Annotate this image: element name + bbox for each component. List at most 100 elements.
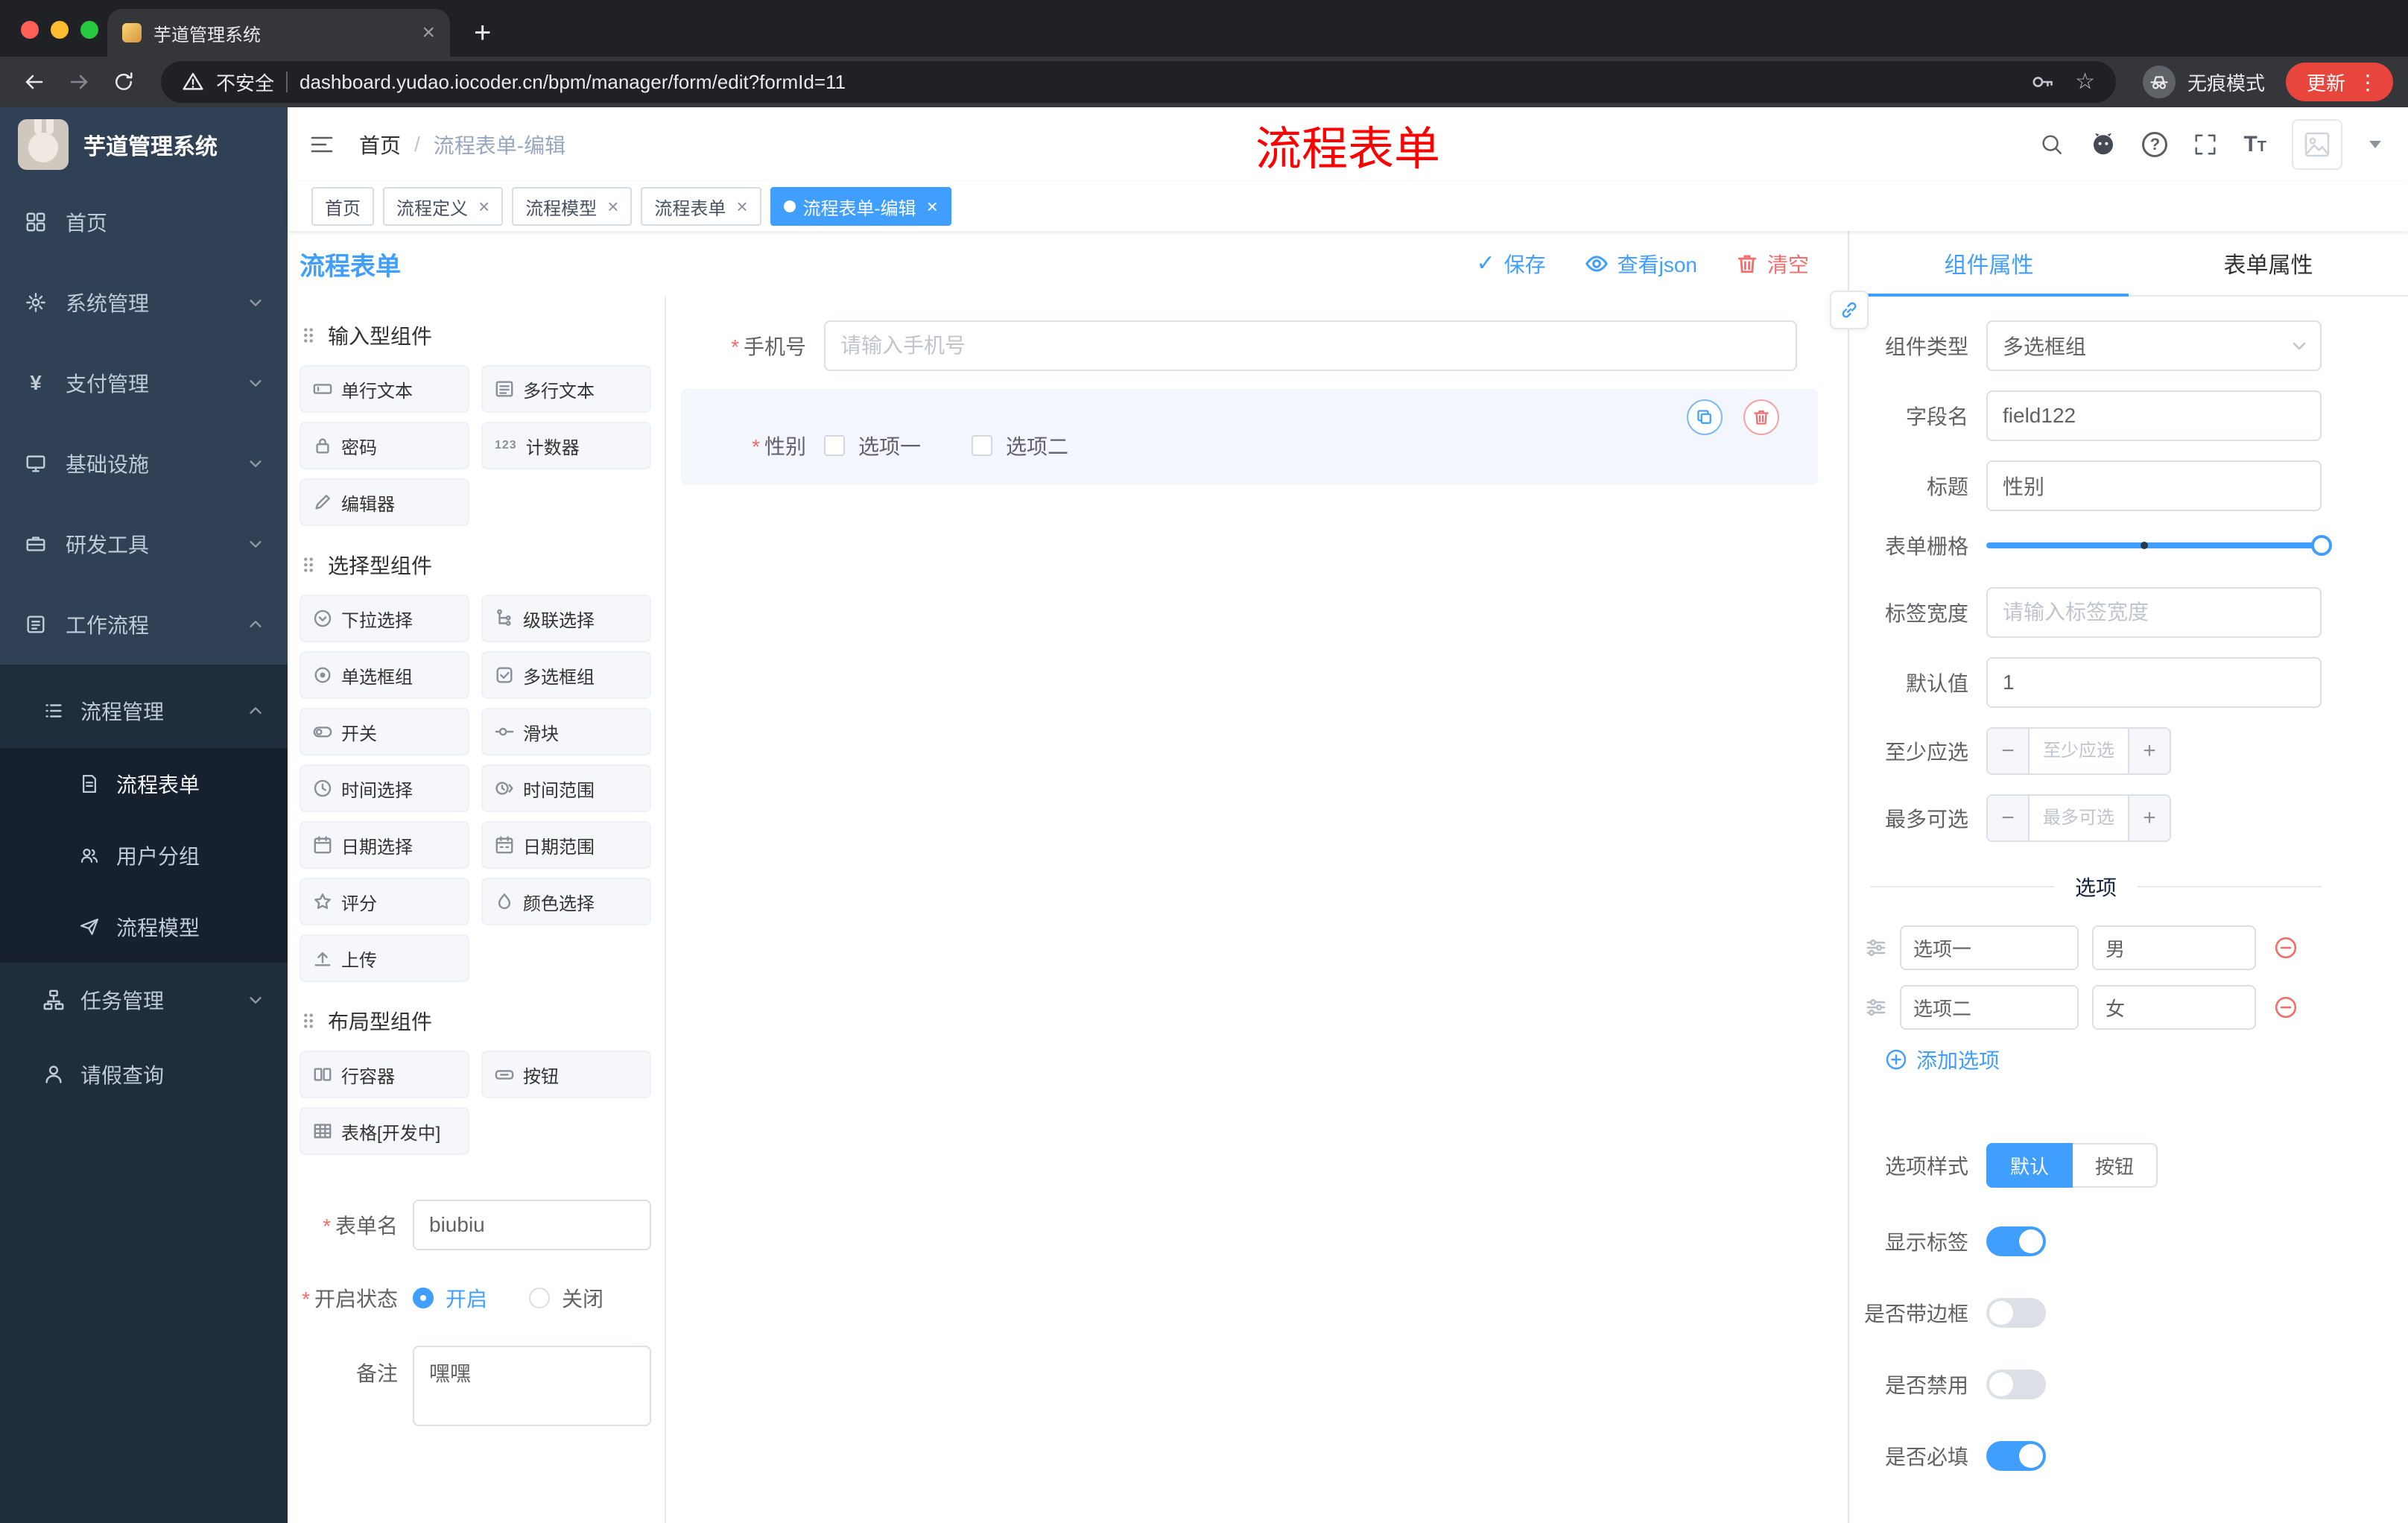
back-button[interactable] [15,63,54,101]
phone-input[interactable] [824,320,1797,371]
drag-icon[interactable] [300,1011,317,1030]
disabled-toggle[interactable] [1986,1370,2046,1399]
show-label-toggle[interactable] [1986,1226,2046,1256]
help-icon[interactable] [2142,132,2168,157]
title-input[interactable] [1986,460,2322,511]
option-label-input[interactable] [1900,985,2079,1030]
radio-status-on[interactable]: 开启 [413,1283,487,1313]
tag-close-icon[interactable]: × [478,197,489,216]
chevron-down-icon[interactable] [2369,141,2381,148]
component-checkbox-group[interactable]: 多选框组 [481,651,651,699]
tag-close-icon[interactable]: × [927,197,938,216]
component-date-range[interactable]: 日期范围 [481,821,651,869]
component-password[interactable]: 密码 [300,422,469,469]
component-row-container[interactable]: 行容器 [300,1051,469,1098]
update-browser-button[interactable]: 更新 ⋮ [2285,63,2393,101]
grid-slider[interactable] [1986,535,2332,556]
new-tab-button[interactable]: + [474,18,491,48]
sidebar-logo[interactable]: 芋道管理系统 [0,107,288,182]
tag-close-icon[interactable]: × [736,197,747,216]
delete-field-button[interactable] [1743,399,1779,435]
view-json-button[interactable]: 查看json [1585,249,1697,279]
checkbox-option-2[interactable]: 选项二 [972,431,1068,460]
component-upload[interactable]: 上传 [300,934,469,982]
save-button[interactable]: ✓ 保存 [1476,249,1545,279]
sidebar-item-payment[interactable]: ¥ 支付管理 [0,343,288,423]
component-color-picker[interactable]: 颜色选择 [481,878,651,925]
sidebar-item-leave-query[interactable]: 请假查询 [0,1037,288,1112]
form-name-input[interactable] [413,1200,651,1250]
radio-status-off[interactable]: 关闭 [529,1283,603,1313]
component-rich-editor[interactable]: 编辑器 [300,478,469,526]
sidebar-item-process-form[interactable]: 流程表单 [0,748,288,820]
remove-option-button[interactable] [2274,936,2298,960]
field-name-input[interactable] [1986,390,2322,441]
sidebar-item-infrastructure[interactable]: 基础设施 [0,423,288,504]
component-select[interactable]: 下拉选择 [300,595,469,642]
drag-icon[interactable] [300,326,317,345]
style-button-button[interactable]: 按钮 [2073,1143,2158,1188]
option-drag-icon[interactable] [1866,937,1886,958]
option-value-input[interactable] [2092,985,2256,1030]
component-table[interactable]: 表格[开发中] [300,1107,469,1155]
tag-process-form[interactable]: 流程表单 × [641,187,761,226]
tab-form-props[interactable]: 表单属性 [2129,231,2408,295]
github-icon[interactable] [2090,131,2117,158]
remove-option-button[interactable] [2274,995,2298,1019]
security-label[interactable]: 不安全 [216,69,274,96]
bookmark-star-icon[interactable]: ☆ [2075,71,2095,93]
tag-process-form-edit[interactable]: 流程表单-编辑 × [770,187,951,226]
password-key-icon[interactable] [2030,70,2054,94]
browser-tab[interactable]: 芋道管理系统 × [107,9,450,57]
link-button[interactable] [1830,291,1869,329]
max-select-input[interactable] [2030,796,2128,840]
sidebar-item-dev-tools[interactable]: 研发工具 [0,504,288,584]
minimize-window-button[interactable] [51,21,69,39]
component-time-picker[interactable]: 时间选择 [300,764,469,812]
required-toggle[interactable] [1986,1441,2046,1471]
copy-field-button[interactable] [1687,399,1723,435]
component-single-line-text[interactable]: 单行文本 [300,365,469,413]
decrease-button[interactable]: − [1988,729,2030,773]
option-value-input[interactable] [2092,925,2256,970]
forward-button[interactable] [60,63,98,101]
component-cascader[interactable]: 级联选择 [481,595,651,642]
option-drag-icon[interactable] [1866,997,1886,1018]
hamburger-icon[interactable] [308,131,335,158]
close-window-button[interactable] [21,21,39,39]
checkbox-option-1[interactable]: 选项一 [824,431,921,460]
component-switch[interactable]: 开关 [300,708,469,756]
canvas-field-phone[interactable]: 手机号 [681,320,1818,371]
add-option-button[interactable]: 添加选项 [1885,1045,2408,1074]
default-value-input[interactable] [1986,657,2322,708]
increase-button[interactable]: + [2128,796,2170,840]
address-bar[interactable]: 不安全 dashboard.yudao.iocoder.cn/bpm/manag… [161,61,2116,103]
component-multi-line-text[interactable]: 多行文本 [481,365,651,413]
component-time-range[interactable]: 时间范围 [481,764,651,812]
component-radio-group[interactable]: 单选框组 [300,651,469,699]
min-select-input[interactable] [2030,729,2128,773]
sidebar-item-task-management[interactable]: 任务管理 [0,963,288,1037]
form-canvas[interactable]: 手机号 [666,297,1848,1523]
url-text[interactable]: dashboard.yudao.iocoder.cn/bpm/manager/f… [300,71,2018,94]
component-slider[interactable]: 滑块 [481,708,651,756]
component-rate[interactable]: 评分 [300,878,469,925]
sidebar-item-system[interactable]: 系统管理 [0,262,288,343]
tab-component-props[interactable]: 组件属性 [1849,231,2129,297]
sidebar-item-workflow[interactable]: 工作流程 [0,584,288,665]
font-size-icon[interactable]: TT [2243,133,2266,156]
fullscreen-icon[interactable] [2193,132,2218,157]
border-toggle[interactable] [1986,1298,2046,1328]
tag-home[interactable]: 首页 [311,187,374,226]
tag-process-definition[interactable]: 流程定义 × [383,187,504,226]
sidebar-item-user-groups[interactable]: 用户分组 [0,820,288,891]
tag-process-model[interactable]: 流程模型 × [512,187,633,226]
canvas-field-gender-selected[interactable]: 性别 选项一 选项二 [681,389,1818,484]
sidebar-item-process-model[interactable]: 流程模型 [0,891,288,963]
tag-close-icon[interactable]: × [607,197,618,216]
slider-handle[interactable] [2311,535,2332,556]
reload-button[interactable] [104,63,143,101]
component-type-select[interactable]: 多选框组 [1986,320,2322,371]
label-width-input[interactable] [1986,587,2322,638]
sidebar-item-home[interactable]: 首页 [0,182,288,262]
